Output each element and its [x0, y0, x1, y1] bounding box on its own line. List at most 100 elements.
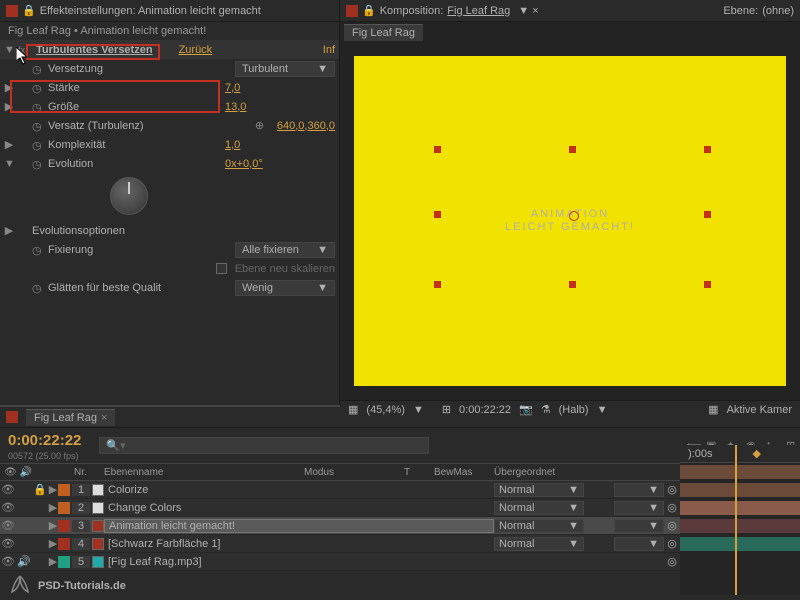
col-parent: Übergeordnet: [490, 465, 630, 480]
komplexitaet-value[interactable]: 1,0: [225, 139, 335, 151]
timecode[interactable]: 0:00:22:22: [0, 430, 89, 451]
panel-close-icon[interactable]: [6, 411, 18, 423]
selection-handle[interactable]: [434, 281, 441, 288]
expand-icon[interactable]: ▶: [4, 138, 14, 151]
selection-handle[interactable]: [704, 211, 711, 218]
visibility-icon[interactable]: 👁: [0, 537, 16, 550]
panel-close-icon[interactable]: [6, 5, 18, 17]
visibility-icon[interactable]: 👁: [0, 555, 16, 568]
info-link[interactable]: Inf: [323, 44, 335, 56]
layer-name[interactable]: [Schwarz Farbfläche 1]: [104, 538, 494, 550]
layer-color[interactable]: [58, 538, 70, 550]
zoom-display[interactable]: (45,4%): [366, 404, 405, 416]
stopwatch-icon[interactable]: ◷: [32, 244, 44, 256]
layer-color[interactable]: [58, 556, 70, 568]
stopwatch-icon[interactable]: ◷: [32, 282, 44, 294]
selection-handle[interactable]: [704, 281, 711, 288]
composition-viewer[interactable]: ANIMATION LEICHT GEMACHT!: [354, 56, 786, 386]
view-icon[interactable]: ▦: [708, 403, 718, 416]
camera-icon[interactable]: 📷: [519, 403, 533, 416]
layer-type-icon: [92, 556, 104, 568]
prop-komplexitaet: Komplexität: [48, 139, 221, 151]
expand-icon[interactable]: ▶: [48, 519, 58, 532]
playhead[interactable]: [735, 445, 737, 595]
expand-icon[interactable]: ▶: [48, 483, 58, 496]
layer-color[interactable]: [58, 520, 70, 532]
res-icon[interactable]: ⊞: [442, 403, 451, 416]
layer-name[interactable]: [Fig Leaf Rag.mp3]: [104, 556, 494, 568]
selection-handle[interactable]: [704, 146, 711, 153]
expand-icon[interactable]: ▶: [48, 501, 58, 514]
visibility-icon[interactable]: 👁: [0, 483, 16, 496]
selection-handle[interactable]: [434, 211, 441, 218]
expand-icon[interactable]: ▶: [48, 555, 58, 568]
prop-evolution: Evolution: [48, 158, 221, 170]
effects-panel-title: Effekteinstellungen: Animation leicht ge…: [40, 5, 261, 17]
visibility-icon[interactable]: 👁: [0, 501, 16, 514]
trkmat-dropdown[interactable]: ▼: [614, 501, 664, 515]
stopwatch-icon[interactable]: ◷: [32, 158, 44, 170]
evolution-value[interactable]: 0x+0,0°: [225, 158, 335, 170]
layer-name[interactable]: Animation leicht gemacht!: [104, 519, 494, 533]
mode-dropdown[interactable]: Normal▼: [494, 483, 584, 497]
anchor-point-icon[interactable]: [569, 211, 579, 221]
lock-icon[interactable]: 🔒: [362, 4, 376, 17]
comp-tab[interactable]: Fig Leaf Rag: [344, 24, 423, 41]
pickwhip-icon[interactable]: ◎: [664, 501, 680, 514]
search-input[interactable]: 🔍▾: [99, 437, 429, 454]
staerke-value[interactable]: 7,0: [225, 82, 335, 94]
expand-icon[interactable]: ▶: [48, 537, 58, 550]
timeline-tab[interactable]: Fig Leaf Rag×: [26, 409, 115, 426]
fps-display: 00572 (25.00 fps): [0, 451, 89, 461]
grid-icon[interactable]: ▦: [348, 403, 358, 416]
fixierung-dropdown[interactable]: Alle fixieren▼: [235, 242, 335, 258]
timeline-tracks[interactable]: ):00s ◆ 00:30s: [680, 445, 800, 595]
trkmat-dropdown[interactable]: ▼: [614, 483, 664, 497]
evolution-dial[interactable]: [110, 177, 148, 215]
pickwhip-icon[interactable]: ◎: [664, 537, 680, 550]
pickwhip-icon[interactable]: ◎: [664, 519, 680, 532]
glaetten-dropdown[interactable]: Wenig▼: [235, 280, 335, 296]
layer-name[interactable]: Colorize: [104, 484, 494, 496]
selection-handle[interactable]: [434, 146, 441, 153]
reset-link[interactable]: Zurück: [179, 44, 213, 56]
trkmat-dropdown[interactable]: ▼: [614, 519, 664, 533]
trkmat-dropdown[interactable]: ▼: [614, 537, 664, 551]
stopwatch-icon[interactable]: ◷: [32, 120, 44, 132]
comp-name-link[interactable]: Fig Leaf Rag: [447, 5, 510, 17]
layer-prefix: Ebene:: [723, 5, 758, 17]
groesse-value[interactable]: 13,0: [225, 101, 335, 113]
snapshot-icon[interactable]: ⚗: [541, 403, 551, 416]
mode-dropdown[interactable]: Normal▼: [494, 501, 584, 515]
quality-display[interactable]: (Halb): [559, 404, 589, 416]
layer-number: 1: [72, 484, 90, 496]
layer-color[interactable]: [58, 484, 70, 496]
lock-icon[interactable]: 🔒: [32, 483, 48, 496]
versatz-value[interactable]: 640,0,360,0: [277, 120, 335, 132]
mode-dropdown[interactable]: Normal▼: [494, 537, 584, 551]
camera-label[interactable]: Aktive Kamer: [727, 404, 792, 416]
pickwhip-icon[interactable]: ◎: [664, 555, 680, 568]
stopwatch-icon[interactable]: ◷: [32, 139, 44, 151]
stopwatch-icon[interactable]: ◷: [32, 63, 44, 75]
expand-effect-icon[interactable]: ▼: [4, 44, 14, 56]
mode-dropdown[interactable]: Normal▼: [494, 519, 584, 533]
panel-close-icon[interactable]: [346, 5, 358, 17]
layer-name[interactable]: Change Colors: [104, 502, 494, 514]
selection-handle[interactable]: [569, 146, 576, 153]
layer-color[interactable]: [58, 502, 70, 514]
layer-name: (ohne): [762, 5, 794, 17]
skalieren-checkbox[interactable]: [216, 263, 227, 274]
visibility-icon[interactable]: 👁: [0, 519, 16, 532]
expand-icon[interactable]: ▶: [4, 224, 14, 237]
versetzung-dropdown[interactable]: Turbulent▼: [235, 61, 335, 77]
expand-icon[interactable]: ▼: [4, 158, 14, 170]
lock-icon[interactable]: 🔒: [22, 4, 36, 17]
audio-icon[interactable]: 🔊: [16, 555, 32, 568]
time-display[interactable]: 0:00:22:22: [459, 404, 511, 416]
layer-number: 3: [72, 520, 90, 532]
close-icon[interactable]: ×: [101, 412, 107, 424]
comp-prefix: Komposition:: [380, 5, 444, 17]
selection-handle[interactable]: [569, 281, 576, 288]
pickwhip-icon[interactable]: ◎: [664, 483, 680, 496]
